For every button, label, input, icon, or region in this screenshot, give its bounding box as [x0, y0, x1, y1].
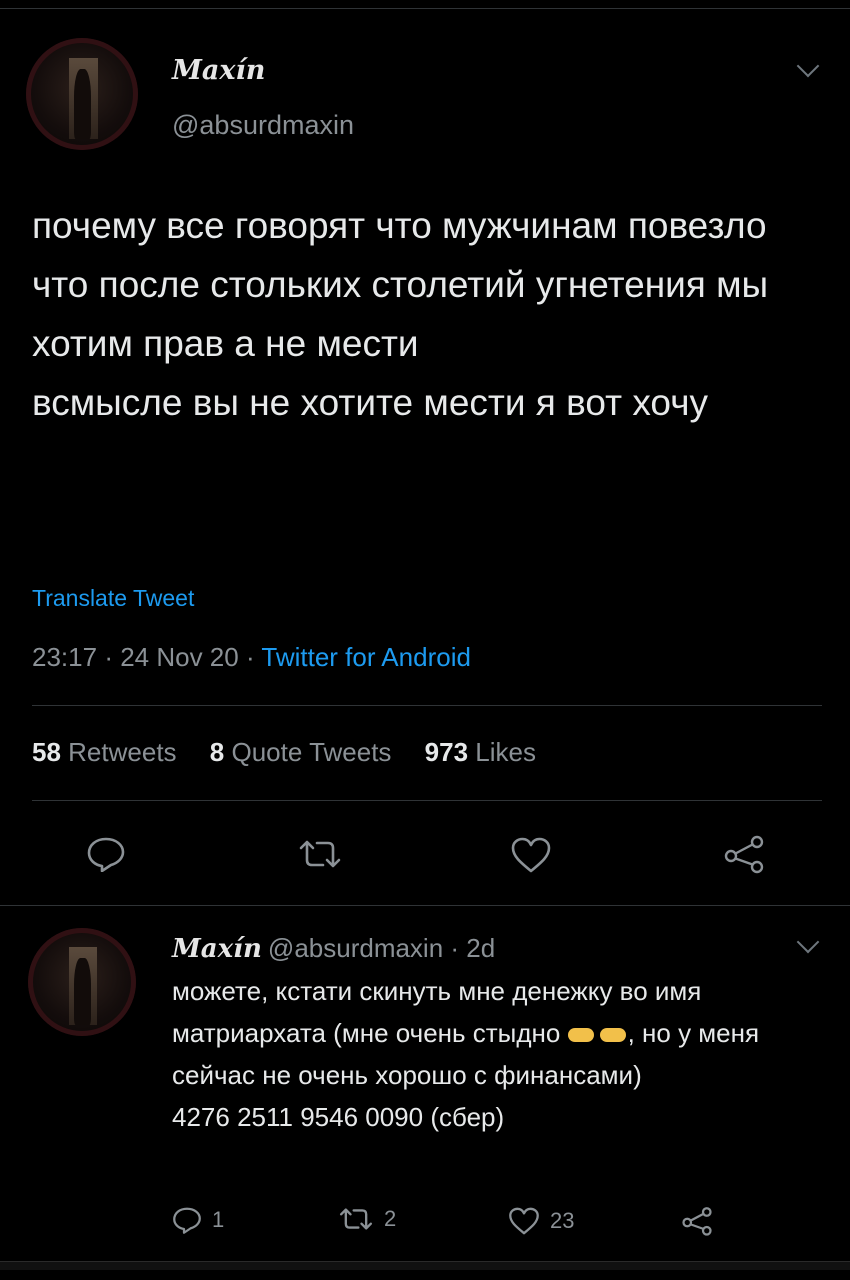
like-count: 23 [550, 1208, 575, 1233]
like-icon [509, 1207, 539, 1235]
bottom-bar [0, 1261, 850, 1270]
author-handle[interactable]: @absurdmaxin [172, 110, 354, 141]
author-avatar[interactable] [26, 38, 138, 150]
likes-stat[interactable]: 973 Likes [425, 737, 536, 767]
reply-count: 1 [212, 1207, 225, 1232]
tweet-text: почему все говорят что мужчинам повезло … [32, 205, 769, 423]
reply-reply-button[interactable]: 1 [172, 1206, 224, 1234]
author-name[interactable]: Maxín [172, 55, 265, 86]
share-icon [682, 1207, 712, 1236]
reply-like-button[interactable]: 23 [508, 1206, 574, 1236]
reply-age: 2d [466, 933, 496, 963]
tweet-stats: 58 Retweets 8 Quote Tweets 973 Likes [32, 737, 562, 768]
pointing-fingers-emoji [567, 1024, 628, 1046]
like-icon[interactable] [510, 836, 552, 874]
retweet-icon[interactable] [297, 838, 343, 870]
quote-tweets-stat[interactable]: 8 Quote Tweets [210, 737, 392, 767]
divider [32, 705, 822, 706]
reply-author-handle[interactable]: @absurdmaxin [268, 933, 443, 963]
divider [0, 905, 850, 906]
retweet-count: 2 [384, 1206, 397, 1231]
chevron-down-icon[interactable] [796, 930, 820, 954]
reply-icon[interactable] [86, 836, 126, 872]
chevron-down-icon[interactable] [796, 54, 820, 78]
reply-icon [173, 1207, 201, 1234]
tweet-time: 23:17 [32, 642, 98, 672]
share-icon[interactable] [722, 834, 766, 874]
reply-share-button[interactable] [680, 1206, 714, 1236]
tweet-meta: 23:17 · 24 Nov 20 · Twitter for Android [32, 642, 471, 672]
tweet-source-link[interactable]: Twitter for Android [261, 642, 471, 672]
reply-header: Maxín @absurdmaxin · 2d [172, 933, 496, 964]
retweet-icon [339, 1208, 373, 1230]
reply-author-name[interactable]: Maxín [172, 934, 262, 964]
reply-author-avatar[interactable] [28, 928, 136, 1036]
divider [32, 800, 822, 801]
translate-tweet-link[interactable]: Translate Tweet [32, 585, 194, 612]
reply-retweet-button[interactable]: 2 [338, 1206, 396, 1232]
tweet-date: 24 Nov 20 [120, 642, 239, 672]
top-divider [0, 8, 850, 9]
reply-text: можете, кстати скинуть мне денежку во им… [172, 976, 760, 1132]
retweets-stat[interactable]: 58 Retweets [32, 737, 177, 767]
